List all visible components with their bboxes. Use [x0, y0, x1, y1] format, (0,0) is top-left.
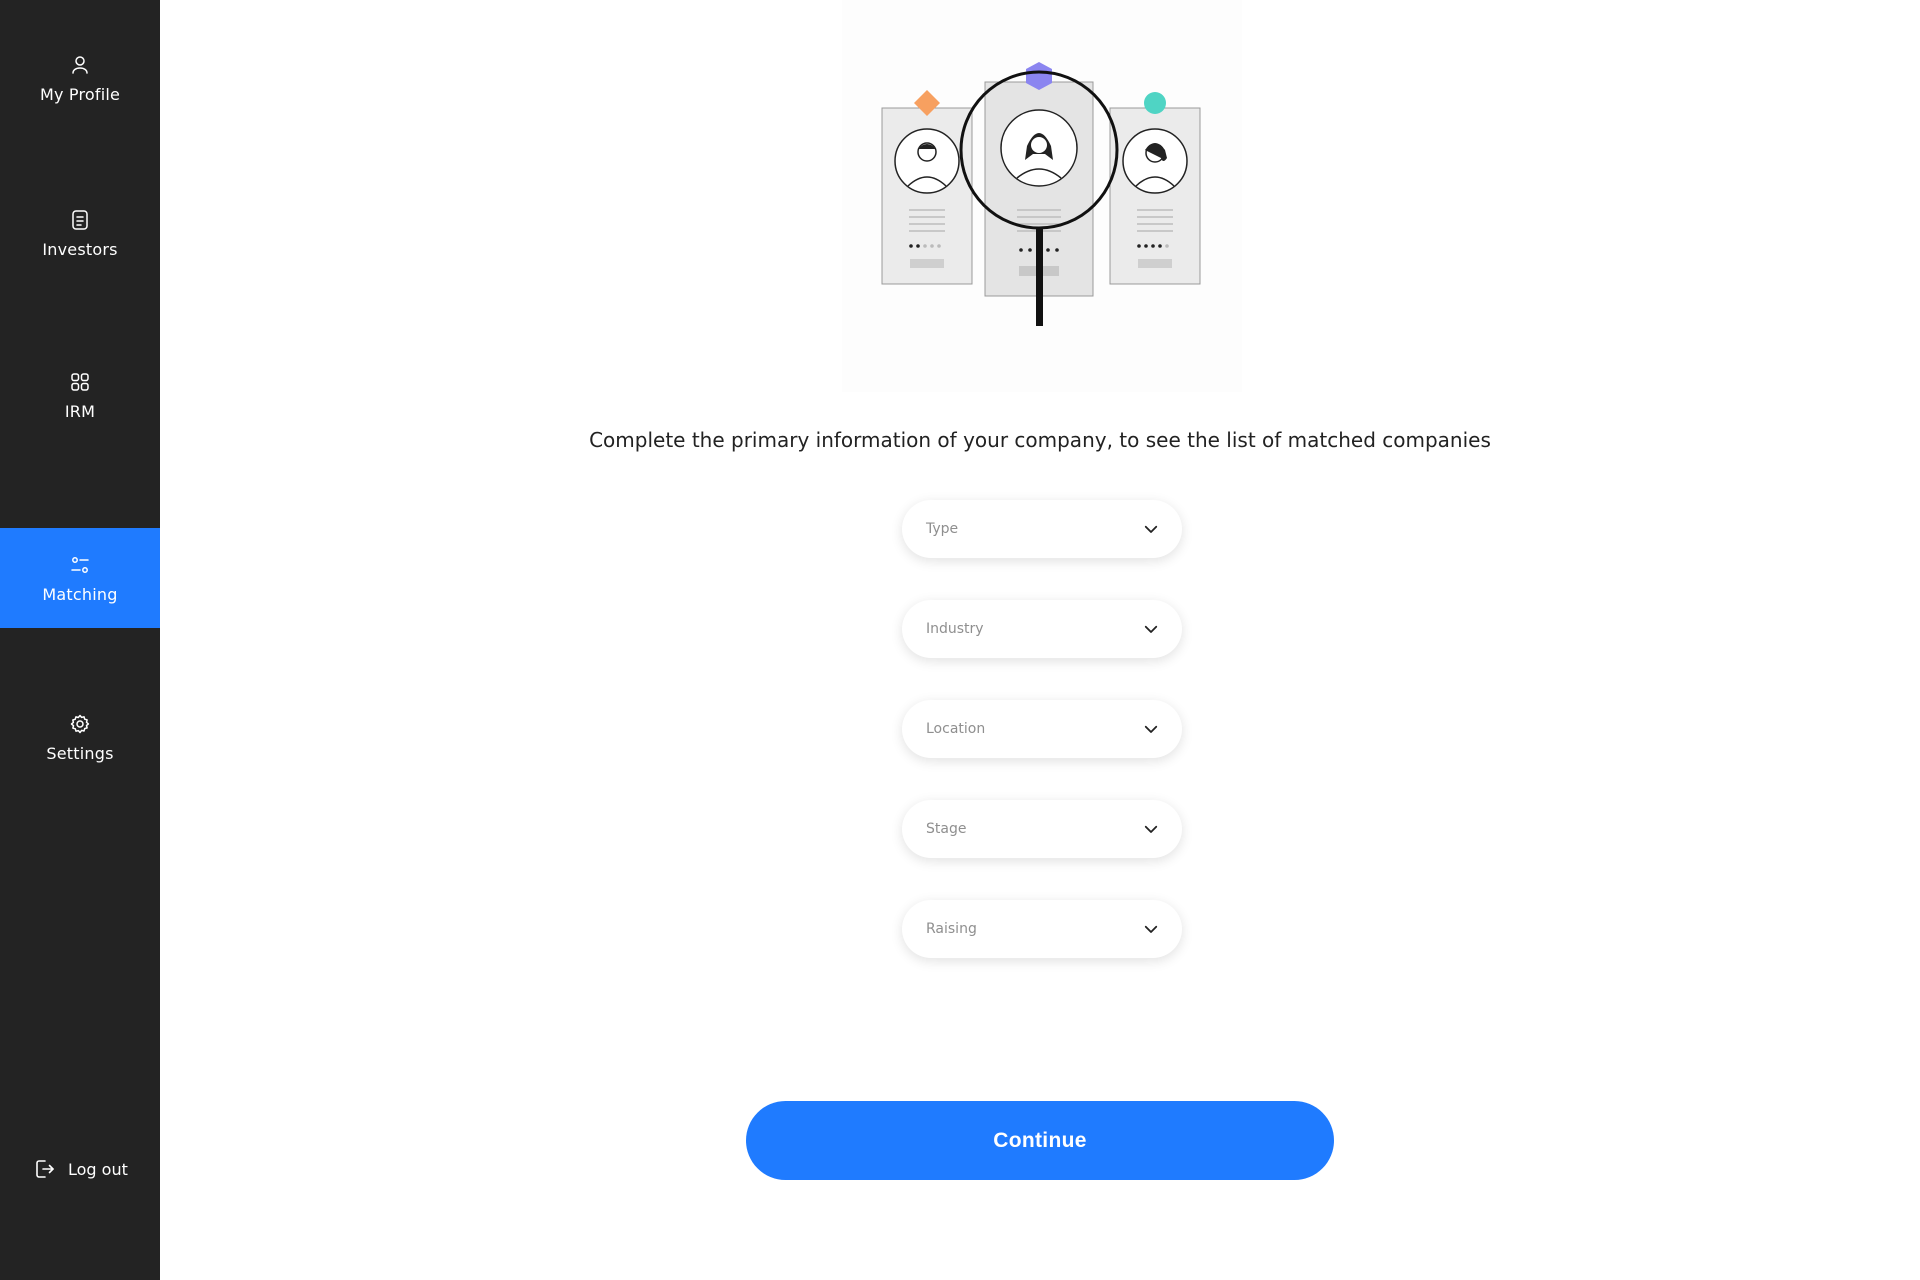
chevron-down-icon [1144, 525, 1158, 533]
stage-placeholder: Stage [926, 821, 967, 837]
raising-placeholder: Raising [926, 921, 977, 937]
sidebar-item-label: IRM [64, 401, 96, 421]
raising-select[interactable]: Raising [902, 900, 1182, 958]
stage-select[interactable]: Stage [902, 800, 1182, 858]
sidebar-item-label: Settings [46, 743, 114, 763]
user-icon [72, 55, 88, 74]
type-select[interactable]: Type [902, 500, 1182, 558]
sidebar-item-irm[interactable]: IRM [0, 345, 160, 445]
logout-button[interactable]: Log out [32, 1154, 128, 1184]
industry-placeholder: Industry [926, 621, 984, 637]
gear-icon [70, 714, 90, 733]
location-select[interactable]: Location [902, 700, 1182, 758]
chevron-down-icon [1144, 625, 1158, 633]
sidebar-item-my-profile[interactable]: My Profile [0, 28, 160, 128]
profile-search-illustration [881, 62, 1201, 326]
chevron-down-icon [1144, 725, 1158, 733]
chevron-down-icon [1144, 825, 1158, 833]
sidebar-item-label: My Profile [39, 84, 121, 104]
sidebar-item-settings[interactable]: Settings [0, 687, 160, 787]
type-placeholder: Type [926, 521, 959, 537]
sliders-icon [71, 556, 89, 573]
grid-icon [71, 372, 89, 391]
industry-select[interactable]: Industry [902, 600, 1182, 658]
sidebar-item-label: Investors [42, 239, 118, 259]
location-placeholder: Location [926, 721, 986, 737]
page-instruction: Complete the primary information of your… [589, 428, 1491, 452]
logout-icon [36, 1160, 54, 1178]
sidebar-item-investors[interactable]: Investors [0, 183, 160, 283]
main-content: Complete the primary information of your… [160, 0, 1920, 1280]
sidebar-item-label: Matching [42, 584, 118, 604]
sidebar-item-matching[interactable]: Matching [0, 528, 160, 628]
chevron-down-icon [1144, 925, 1158, 933]
matching-illustration [842, 0, 1242, 392]
document-icon [72, 209, 88, 230]
logout-label: Log out [68, 1159, 128, 1179]
sidebar: My Profile Investors IRM Matching Settin… [0, 0, 160, 1280]
continue-button[interactable]: Continue [746, 1101, 1334, 1180]
